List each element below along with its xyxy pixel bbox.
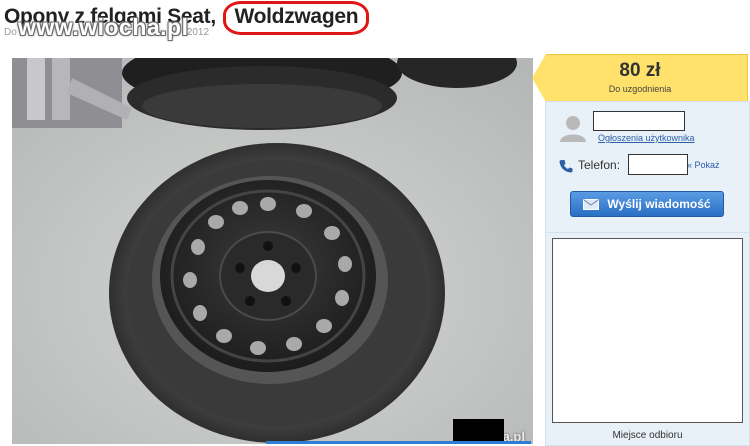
phone-number-redacted <box>628 154 688 175</box>
sidebar: 80 zł Do uzgodnienia Ogłoszenia użytkown… <box>532 54 750 446</box>
show-phone-link[interactable]: « Pokaż <box>687 160 720 170</box>
seller-name-redacted <box>593 111 685 131</box>
send-message-button[interactable]: Wyślij wiadomość <box>570 191 724 217</box>
title-bar: Opony z felgami Seat, Woldzwagen Do 2012 … <box>0 0 750 56</box>
envelope-icon <box>583 198 600 210</box>
watermark: www.wiocha.pl <box>18 14 189 40</box>
location-panel: Miejsce odbioru <box>545 232 750 446</box>
title-highlight: Woldzwagen <box>223 1 370 35</box>
phone-label: Telefon: <box>578 158 621 172</box>
phone-icon <box>559 160 573 173</box>
tire-photo-illustration <box>12 58 533 444</box>
user-avatar-icon <box>560 116 586 142</box>
meta-date: 2012 <box>186 27 210 38</box>
send-message-label: Wyślij wiadomość <box>607 197 711 211</box>
seller-listings-link[interactable]: Ogłoszenia użytkownika <box>598 133 695 143</box>
meta-prefix: Do <box>4 27 17 38</box>
price-value: 80 zł <box>619 60 661 81</box>
location-label: Miejsce odbioru <box>612 430 683 441</box>
listing-photo[interactable]: a.pl <box>12 58 533 444</box>
location-map[interactable] <box>552 238 743 423</box>
price-box: 80 zł Do uzgodnienia <box>532 54 748 102</box>
price-note: Do uzgodnienia <box>608 84 672 94</box>
